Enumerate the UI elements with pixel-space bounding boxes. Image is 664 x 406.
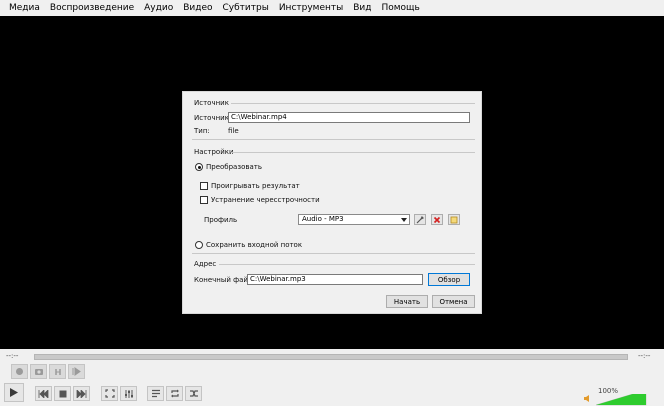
source-field[interactable]: C:\Webinar.mp4	[228, 112, 470, 123]
dest-file-field[interactable]: C:\Webinar.mp3	[247, 274, 423, 285]
snapshot-button[interactable]	[30, 364, 47, 379]
source-section-title: Источник	[194, 99, 229, 107]
source-bottom-divider	[192, 139, 475, 140]
type-value: file	[228, 127, 239, 135]
profile-select-value: Audio - MP3	[302, 215, 344, 223]
loop-ab-icon	[54, 368, 61, 375]
shuffle-icon	[189, 390, 198, 397]
dest-file-label: Конечный файл:	[194, 276, 255, 284]
chevron-down-icon	[401, 218, 407, 222]
menu-view[interactable]: Вид	[348, 0, 376, 16]
player-controls: --:-- --:-- 100%	[0, 349, 664, 406]
volume-slider[interactable]	[596, 394, 648, 406]
stop-icon	[59, 390, 66, 397]
delete-profile-button[interactable]	[431, 214, 443, 225]
menu-tools[interactable]: Инструменты	[274, 0, 348, 16]
play-result-checkbox[interactable]	[200, 182, 208, 190]
delete-icon	[433, 216, 441, 223]
loop-icon	[170, 389, 179, 398]
frame-step-icon	[72, 367, 81, 376]
previous-button[interactable]	[35, 386, 52, 401]
convert-label[interactable]: Преобразовать	[206, 163, 262, 171]
dump-raw-label[interactable]: Сохранить входной поток	[206, 241, 302, 249]
stop-button[interactable]	[54, 386, 71, 401]
frame-step-button[interactable]	[68, 364, 85, 379]
extended-settings-icon	[124, 389, 133, 398]
play-result-label[interactable]: Проигрывать результат	[211, 182, 300, 190]
fullscreen-icon	[104, 389, 115, 398]
dump-raw-radio[interactable]	[195, 241, 203, 249]
deinterlace-label[interactable]: Устранение чересстрочности	[211, 196, 320, 204]
settings-bottom-divider	[192, 253, 475, 254]
source-divider	[231, 103, 475, 104]
source-label: Источник:	[194, 114, 232, 122]
profile-select[interactable]: Audio - MP3	[298, 214, 410, 225]
record-button[interactable]	[11, 364, 28, 379]
menu-help[interactable]: Помощь	[376, 0, 424, 16]
fullscreen-button[interactable]	[101, 386, 118, 401]
shuffle-button[interactable]	[185, 386, 202, 401]
wrench-icon	[416, 215, 424, 223]
playlist-icon	[151, 389, 160, 398]
total-time: --:--	[638, 352, 651, 360]
convert-dialog: Источник Источник: C:\Webinar.mp4 Тип: f…	[182, 91, 482, 314]
profile-label: Профиль	[204, 216, 238, 224]
snapshot-icon	[34, 369, 43, 375]
menu-playback[interactable]: Воспроизведение	[45, 0, 139, 16]
previous-icon	[38, 389, 49, 398]
destination-section-title: Адрес	[194, 260, 217, 268]
start-button[interactable]: Начать	[386, 295, 428, 308]
new-profile-icon	[450, 216, 458, 223]
play-button[interactable]	[4, 383, 24, 402]
menu-video[interactable]: Видео	[178, 0, 217, 16]
next-button[interactable]	[73, 386, 90, 401]
type-label: Тип:	[194, 127, 210, 135]
play-icon	[10, 388, 18, 397]
speaker-icon[interactable]	[583, 394, 592, 403]
menu-media[interactable]: Медиа	[4, 0, 45, 16]
volume-fill	[596, 394, 646, 405]
seek-bar[interactable]	[34, 354, 628, 360]
browse-button[interactable]: Обзор	[428, 273, 470, 286]
loop-button[interactable]	[166, 386, 183, 401]
extended-settings-button[interactable]	[120, 386, 137, 401]
settings-section-title: Настройки	[194, 148, 234, 156]
menu-subtitles[interactable]: Субтитры	[218, 0, 274, 16]
destination-divider	[219, 264, 475, 265]
settings-divider	[231, 152, 475, 153]
elapsed-time: --:--	[6, 352, 19, 360]
convert-radio[interactable]	[195, 163, 203, 171]
cancel-button[interactable]: Отмена	[432, 295, 475, 308]
loop-ab-button[interactable]	[49, 364, 66, 379]
new-profile-button[interactable]	[448, 214, 460, 225]
deinterlace-checkbox[interactable]	[200, 196, 208, 204]
menu-bar: Медиа Воспроизведение Аудио Видео Субтит…	[0, 0, 664, 16]
next-icon	[76, 389, 87, 398]
record-icon	[16, 368, 23, 375]
edit-profile-button[interactable]	[414, 214, 426, 225]
playlist-button[interactable]	[147, 386, 164, 401]
menu-audio[interactable]: Аудио	[139, 0, 178, 16]
